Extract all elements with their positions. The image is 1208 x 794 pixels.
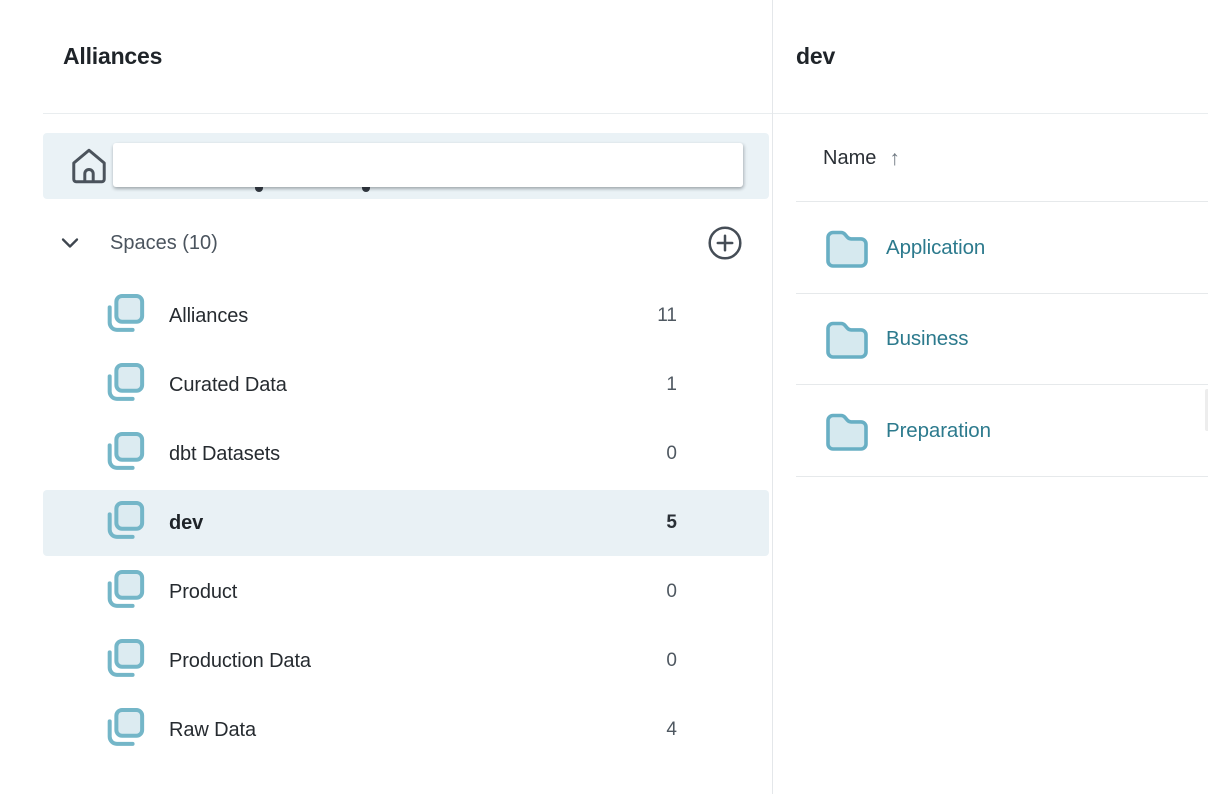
spaces-section-header[interactable]: Spaces (10) [0, 211, 772, 275]
folder-link[interactable]: Application [886, 236, 985, 260]
space-item-alliances[interactable]: Alliances 11 [43, 283, 769, 349]
space-icon [103, 569, 145, 615]
home-item[interactable] [43, 133, 769, 199]
sidebar-header-divider [43, 113, 772, 114]
plus-circle-icon [707, 225, 743, 261]
space-item-label: Raw Data [169, 719, 256, 742]
folder-link[interactable]: Preparation [886, 419, 991, 443]
space-item-count: 5 [666, 512, 677, 534]
home-icon [68, 145, 110, 187]
table-row-business[interactable]: Business [773, 294, 1208, 386]
space-content-panel: dev Name ↑ Application Business [772, 0, 1208, 794]
spaces-list: Alliances 11 Curated Data 1 dbt Datasets… [43, 280, 769, 766]
page-title: dev [796, 41, 835, 71]
column-header-name-label: Name [823, 147, 876, 170]
folder-link[interactable]: Business [886, 327, 968, 351]
space-item-product[interactable]: Product 0 [43, 559, 769, 625]
add-space-button[interactable] [707, 225, 743, 261]
space-icon [103, 431, 145, 477]
space-icon [103, 362, 145, 408]
redacted-text-fragment [255, 187, 263, 192]
redacted-text-fragment [362, 187, 370, 192]
space-icon [103, 500, 145, 546]
space-item-dbt-datasets[interactable]: dbt Datasets 0 [43, 421, 769, 487]
table-header: Name ↑ [773, 114, 1208, 202]
space-item-production-data[interactable]: Production Data 0 [43, 628, 769, 694]
space-icon [103, 638, 145, 684]
space-item-count: 11 [657, 305, 677, 327]
space-item-label: Curated Data [169, 374, 287, 397]
space-item-count: 4 [666, 719, 677, 741]
space-item-label: dev [169, 512, 203, 535]
space-item-count: 0 [666, 650, 677, 672]
space-item-label: Alliances [169, 305, 248, 328]
space-item-raw-data[interactable]: Raw Data 4 [43, 697, 769, 763]
chevron-down-icon [58, 231, 82, 255]
table-row-preparation[interactable]: Preparation [773, 385, 1208, 477]
column-header-name[interactable]: Name ↑ [823, 147, 900, 170]
space-item-count: 0 [666, 581, 677, 603]
folder-icon [824, 411, 870, 451]
space-item-count: 0 [666, 443, 677, 465]
space-icon [103, 293, 145, 339]
space-item-curated-data[interactable]: Curated Data 1 [43, 352, 769, 418]
redaction-overlay [113, 143, 743, 187]
table-row-application[interactable]: Application [773, 202, 1208, 294]
app-root: Alliances Spaces (10) [0, 0, 1208, 794]
spaces-section-label: Spaces (10) [110, 232, 218, 255]
space-item-dev[interactable]: dev 5 [43, 490, 769, 556]
folder-icon [824, 319, 870, 359]
folder-table: Application Business Preparation [773, 202, 1208, 477]
spaces-sidebar: Alliances Spaces (10) [0, 0, 772, 794]
space-item-label: Product [169, 581, 237, 604]
sort-ascending-icon: ↑ [889, 148, 900, 169]
space-icon [103, 707, 145, 753]
folder-icon [824, 228, 870, 268]
space-item-label: dbt Datasets [169, 443, 280, 466]
sidebar-title: Alliances [63, 41, 162, 71]
space-item-count: 1 [666, 374, 677, 396]
space-item-label: Production Data [169, 650, 311, 673]
